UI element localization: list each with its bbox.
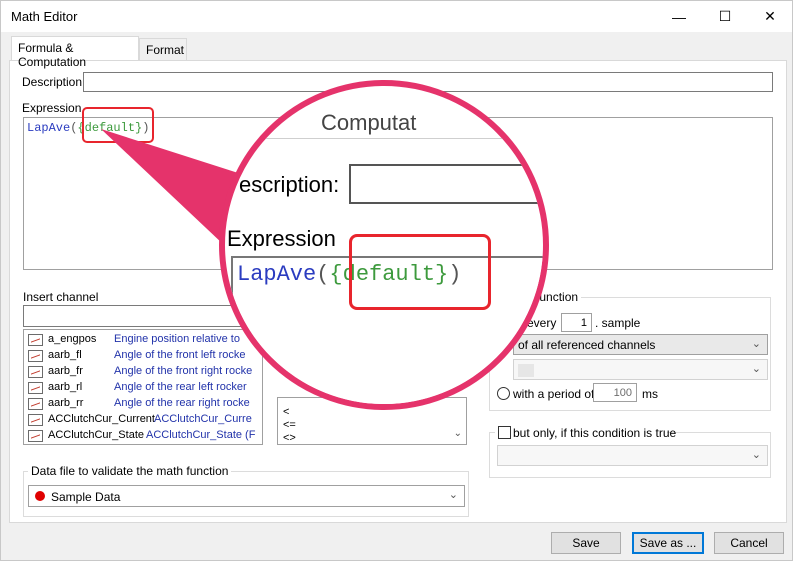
list-item[interactable]: ACClutchCur_Current ACClutchCur_Curre	[24, 412, 262, 428]
chevron-down-icon: ⌄	[751, 449, 761, 461]
zoom-description-input	[349, 164, 543, 204]
insert-channel-label: Insert channel	[23, 290, 99, 304]
condition-select[interactable]: ⌄	[497, 445, 768, 466]
period-unit: ms	[642, 387, 658, 401]
every-suffix-label: . sample	[595, 316, 641, 330]
zoom-expression-open-paren: (	[316, 262, 330, 287]
channel-icon	[28, 366, 43, 378]
channel-name: aarb_rl	[48, 381, 83, 393]
every-sample-stepper[interactable]: 1	[561, 313, 592, 332]
zoom-callout-content: Computat escription: Expression LapAve({…	[225, 86, 543, 404]
zoom-highlight-box	[349, 234, 491, 310]
channel-scope-select[interactable]: of all referenced channels ⌄	[513, 334, 768, 355]
chevron-down-icon[interactable]: ⌄	[454, 428, 462, 439]
data-file-select[interactable]: Sample Data ⌄	[28, 485, 465, 507]
channel-icon	[28, 382, 43, 394]
zoom-tab-heading: Computat	[321, 110, 417, 135]
channel-name: aarb_fr	[48, 365, 83, 377]
channel-icon	[28, 414, 43, 426]
data-file-status-icon	[35, 491, 45, 501]
zoom-expression-function: LapAve	[237, 262, 317, 287]
condition-label: but only, if this condition is true	[513, 426, 677, 440]
data-file-value: Sample Data	[51, 490, 121, 504]
operator-item[interactable]: <=	[283, 419, 296, 431]
chevron-down-icon: ⌄	[751, 338, 761, 350]
chevron-down-icon: ⌄	[751, 363, 761, 375]
save-button[interactable]: Save	[551, 532, 621, 554]
channel-name: a_engpos	[48, 333, 97, 345]
channel-description: ACClutchCur_Curre	[154, 413, 252, 425]
cancel-button[interactable]: Cancel	[714, 532, 784, 554]
channel-description: Engine position relative to	[114, 333, 240, 345]
channel-icon	[28, 350, 43, 362]
channel-icon	[28, 430, 43, 442]
save-as-button[interactable]: Save as ...	[632, 532, 704, 554]
channel-name: aarb_rr	[48, 397, 84, 409]
operator-item[interactable]: <	[283, 406, 289, 418]
channel-name: ACClutchCur_State	[48, 429, 144, 441]
zoom-callout: Computat escription: Expression LapAve({…	[219, 80, 549, 410]
channel-icon	[28, 398, 43, 410]
zoom-tab-divider	[225, 138, 543, 139]
channel-name: ACClutchCur_Current	[48, 413, 155, 425]
chevron-down-icon: ⌄	[448, 489, 458, 501]
period-stepper[interactable]: 100	[593, 383, 637, 402]
reference-channel-select[interactable]: ⌄	[513, 359, 768, 380]
tab-formula-computation[interactable]: Formula & Computation	[11, 36, 139, 69]
operator-item[interactable]: <>	[283, 432, 296, 444]
list-item[interactable]: ACClutchCur_State ACClutchCur_State (F	[24, 428, 262, 444]
data-file-title: Data file to validate the math function	[28, 464, 232, 478]
math-editor-window: Math Editor — ☐ ✕ Formula & Computation …	[0, 0, 793, 561]
channel-icon	[28, 334, 43, 346]
zoom-expression-label: Expression	[227, 226, 336, 251]
condition-checkbox[interactable]	[498, 426, 511, 439]
channel-description: ACClutchCur_State (F	[146, 429, 256, 441]
zoom-description-label: escription:	[239, 172, 340, 197]
channel-name: aarb_fl	[48, 349, 82, 361]
